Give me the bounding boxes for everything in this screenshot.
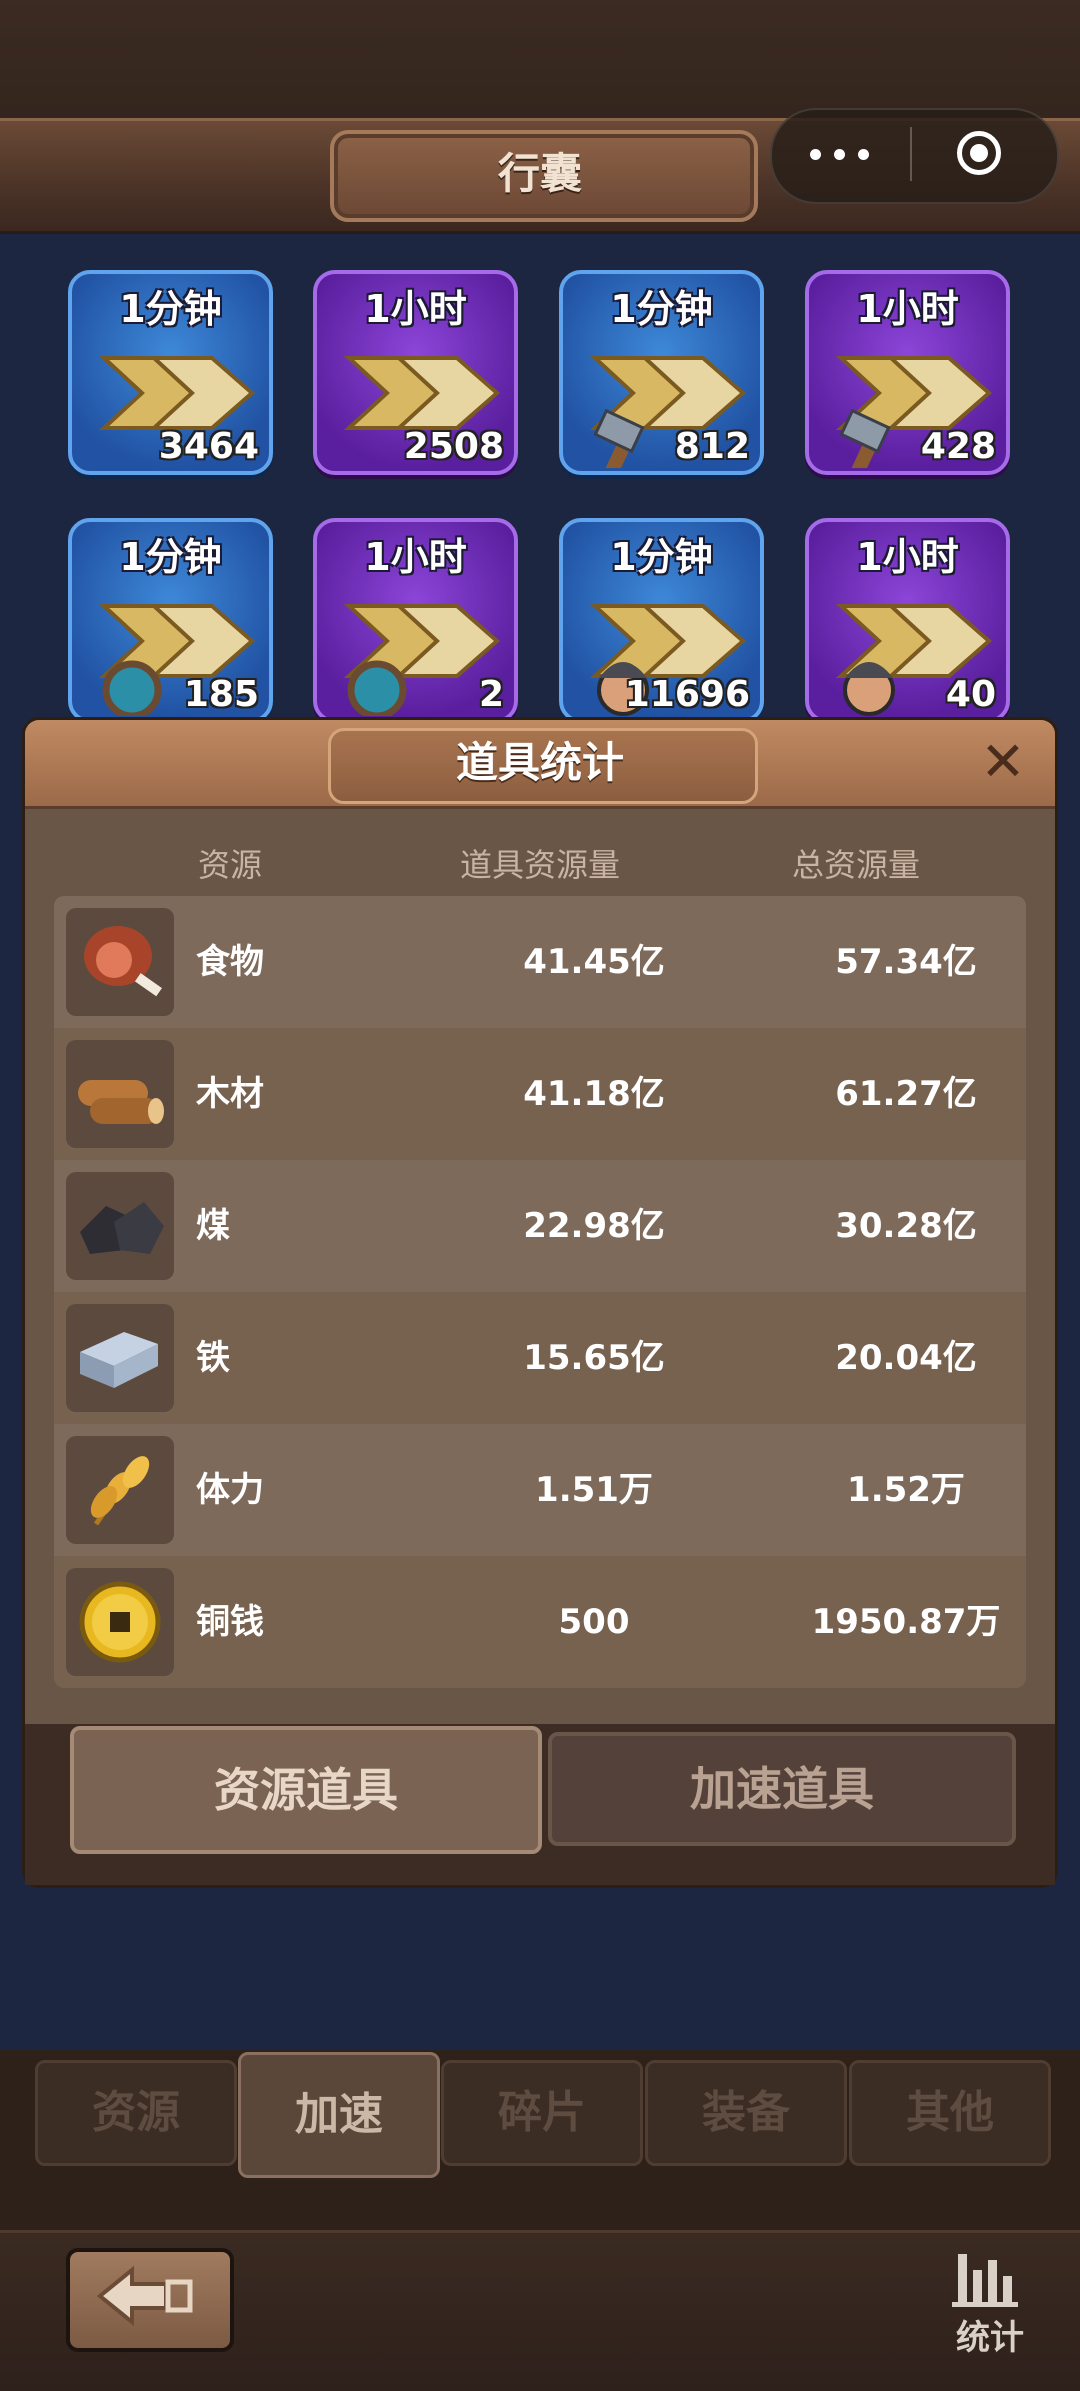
duration-label: 1小时 <box>856 287 959 331</box>
item-count: 428 <box>920 426 996 467</box>
column-header-item-amount: 道具资源量 <box>459 846 620 884</box>
coal-icon <box>66 1172 174 1280</box>
back-button[interactable] <box>66 2248 234 2352</box>
table-row: 木材 41.18亿 61.27亿 <box>54 1028 1026 1160</box>
duration-label: 1分钟 <box>119 535 222 579</box>
speedup-item[interactable]: 1分钟 3464 <box>68 270 273 475</box>
speedup-item[interactable]: 1分钟 11696 <box>559 518 764 723</box>
stats-label: 统计 <box>956 2318 1024 2358</box>
total-resource-amount: 1.52万 <box>847 1470 965 1510</box>
resource-table: 食物 41.45亿 57.34亿 木材 41.18亿 61.27亿煤 22.98亿 30.28… <box>54 896 1026 1688</box>
speedup-item[interactable]: 1小时 40 <box>805 518 1010 723</box>
resource-name: 铁 <box>196 1338 230 1378</box>
item-count: 185 <box>183 674 259 715</box>
bottom-tab[interactable]: 碎片 <box>441 2060 643 2166</box>
coin-icon <box>66 1568 174 1676</box>
table-row: 食物 41.45亿 57.34亿 <box>54 896 1026 1028</box>
item-count: 3464 <box>158 426 259 467</box>
item-count: 2 <box>478 674 504 715</box>
bottom-tab[interactable]: 资源 <box>35 2060 237 2166</box>
duration-label: 1小时 <box>856 535 959 579</box>
iron-icon <box>66 1304 174 1412</box>
more-icon[interactable] <box>810 125 890 183</box>
table-row: 铜钱 500 1950.87万 <box>54 1556 1026 1688</box>
speedup-item[interactable]: 1分钟 185 <box>68 518 273 723</box>
duration-label: 1小时 <box>364 287 467 331</box>
table-row: 煤 22.98亿 30.28亿 <box>54 1160 1026 1292</box>
tab-resource-items[interactable]: 资源道具 <box>70 1726 542 1854</box>
item-count: 2508 <box>403 426 504 467</box>
wheat-icon <box>66 1436 174 1544</box>
wood-icon <box>66 1040 174 1148</box>
resource-name: 食物 <box>196 942 264 982</box>
duration-label: 1小时 <box>364 535 467 579</box>
total-resource-amount: 30.28亿 <box>835 1206 977 1246</box>
close-icon[interactable]: ✕ <box>975 734 1031 790</box>
resource-name: 体力 <box>196 1470 264 1510</box>
total-resource-amount: 57.34亿 <box>835 942 977 982</box>
column-header-total-amount: 总资源量 <box>791 846 920 884</box>
total-resource-amount: 61.27亿 <box>835 1074 977 1114</box>
modal-title: 道具统计 <box>455 738 624 787</box>
item-count: 40 <box>945 674 996 715</box>
speedup-item[interactable]: 1分钟 812 <box>559 270 764 475</box>
speedup-item[interactable]: 1小时 2508 <box>313 270 518 475</box>
meat-icon <box>66 908 174 1016</box>
page-title: 行囊 <box>497 149 582 198</box>
speedup-item[interactable]: 1小时 2 <box>313 518 518 723</box>
speedup-arrow-icon <box>343 604 501 716</box>
resource-name: 铜钱 <box>196 1602 264 1642</box>
duration-label: 1分钟 <box>610 287 713 331</box>
table-row: 铁 15.65亿 20.04亿 <box>54 1292 1026 1424</box>
table-row: 体力 1.51万 1.52万 <box>54 1424 1026 1556</box>
bottom-tab[interactable]: 装备 <box>645 2060 847 2166</box>
duration-label: 1分钟 <box>610 535 713 579</box>
duration-label: 1分钟 <box>119 287 222 331</box>
column-header-resource: 资源 <box>197 846 262 884</box>
item-count: 812 <box>674 426 750 467</box>
bar-chart-icon <box>952 2254 1018 2307</box>
bottom-tab[interactable]: 其他 <box>849 2060 1051 2166</box>
close-miniapp-icon[interactable] <box>957 131 1001 175</box>
speedup-item[interactable]: 1小时 428 <box>805 270 1010 475</box>
capsule-divider <box>910 127 912 181</box>
resource-name: 木材 <box>196 1074 264 1114</box>
back-arrow-icon <box>96 2265 193 2327</box>
item-count: 11696 <box>624 674 750 715</box>
bottom-tab[interactable]: 加速 <box>238 2052 440 2178</box>
total-resource-amount: 1950.87万 <box>811 1602 1001 1642</box>
tab-speedup-items[interactable]: 加速道具 <box>548 1732 1016 1846</box>
total-resource-amount: 20.04亿 <box>835 1338 977 1378</box>
resource-name: 煤 <box>196 1206 230 1246</box>
